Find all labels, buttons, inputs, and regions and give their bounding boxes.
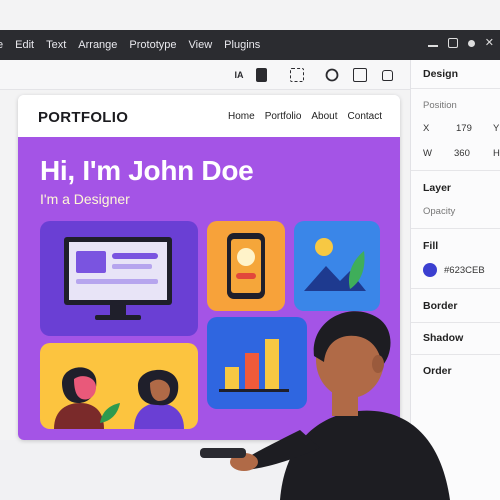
y-label: Y — [493, 123, 500, 134]
menu-item-view[interactable]: View — [183, 39, 219, 51]
menu-item-prototype[interactable]: Prototype — [123, 39, 182, 51]
text-tool-icon[interactable]: IA — [232, 68, 246, 82]
nav-link-home[interactable]: Home — [228, 111, 255, 122]
site-nav: Home Portfolio About Contact — [228, 111, 382, 122]
hero-subtitle: I'm a Designer — [40, 191, 130, 207]
position-label: Position — [423, 100, 457, 111]
frame-tool-icon[interactable] — [290, 68, 304, 82]
lock-icon[interactable] — [382, 70, 393, 81]
menu-item-plugins[interactable]: Plugins — [218, 39, 266, 51]
design-panel-title: Design — [423, 68, 459, 80]
menu-item-edit[interactable]: Edit — [9, 39, 40, 51]
divider — [411, 228, 500, 229]
fill-title: Fill — [423, 240, 439, 252]
monitor-illustration-icon — [64, 237, 172, 320]
nav-link-contact[interactable]: Contact — [348, 111, 382, 122]
x-label: X — [423, 123, 430, 134]
maximize-icon[interactable] — [447, 38, 458, 48]
w-value[interactable]: 360 — [454, 148, 470, 159]
fill-swatch[interactable] — [423, 263, 437, 277]
divider — [411, 288, 500, 289]
card-people[interactable] — [40, 343, 198, 429]
layer-title: Layer — [423, 182, 452, 194]
opacity-label: Opacity — [423, 206, 456, 217]
divider — [411, 170, 500, 171]
menu-item-text[interactable]: Text — [40, 39, 72, 51]
menu-bar: e Edit Text Arrange Prototype View Plugi… — [0, 30, 500, 60]
x-value[interactable]: 179 — [456, 123, 472, 134]
people-illustration-icon — [54, 367, 184, 429]
site-brand[interactable]: PORTFOLIO — [38, 109, 128, 126]
image-landscape-icon — [304, 238, 366, 291]
library-icon[interactable] — [256, 68, 267, 82]
close-icon[interactable]: ✕ — [485, 38, 494, 49]
phone-illustration-icon — [227, 233, 265, 299]
card-mobile-design[interactable] — [207, 221, 285, 311]
status-dot-icon — [467, 39, 475, 47]
nav-link-portfolio[interactable]: Portfolio — [265, 111, 302, 122]
rectangle-tool-icon[interactable] — [353, 68, 367, 82]
menu-item-file[interactable]: e — [0, 39, 9, 51]
toolbar: IA — [0, 60, 410, 90]
w-label: W — [423, 148, 432, 159]
fill-hex-value[interactable]: #623CEB — [444, 265, 485, 276]
h-label: H — [493, 148, 500, 159]
minimize-icon[interactable] — [427, 40, 438, 47]
site-header: PORTFOLIO Home Portfolio About Contact — [18, 95, 400, 137]
card-illustration[interactable] — [294, 221, 380, 311]
hero-title: Hi, I'm John Doe — [40, 155, 254, 186]
card-web-design[interactable] — [40, 221, 198, 336]
designer-person-illustration — [200, 311, 450, 500]
circle-tool-icon[interactable] — [325, 68, 339, 82]
divider — [411, 88, 500, 89]
window-controls: ✕ — [427, 38, 494, 49]
nav-link-about[interactable]: About — [311, 111, 337, 122]
menu-item-arrange[interactable]: Arrange — [72, 39, 123, 51]
